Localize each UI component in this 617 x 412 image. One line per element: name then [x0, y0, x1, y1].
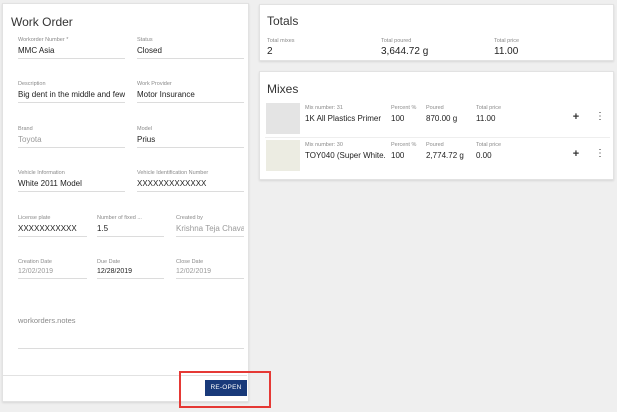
- mix-poured-value: 870.00 g: [426, 114, 458, 123]
- total-mixes-stat: Total mixes 2: [267, 38, 295, 57]
- workorder-number-field[interactable]: Workorder Number * MMC Asia: [18, 37, 125, 59]
- notes-underline: [18, 348, 244, 349]
- mix-poured-col: Poured 2,774.72 g: [426, 142, 474, 160]
- work-order-title: Work Order: [11, 15, 73, 29]
- mixes-title: Mixes: [267, 82, 299, 96]
- mix-name-col: Mix number: 31 1K All Plastics Primer: [305, 105, 385, 123]
- mix-price-label: Total price: [476, 105, 502, 111]
- reopen-button[interactable]: RE-OPEN: [205, 380, 247, 396]
- mix-name: TOY040 (Super White...: [305, 151, 385, 160]
- creation-date-label: Creation Date: [18, 259, 52, 265]
- vin-field[interactable]: Vehicle Identification Number XXXXXXXXXX…: [137, 170, 244, 192]
- model-field[interactable]: Model Prius: [137, 126, 244, 148]
- due-date-value: 12/28/2019: [97, 268, 133, 275]
- total-price-value: 11.00: [494, 46, 519, 57]
- mix-price-label: Total price: [476, 142, 502, 148]
- due-date-label: Due Date: [97, 259, 121, 265]
- mix-thumbnail: [266, 103, 300, 134]
- add-icon[interactable]: +: [571, 111, 581, 123]
- mix-percent-label: Percent %: [391, 142, 417, 148]
- description-value: Big dent in the middle and few s: [18, 90, 125, 99]
- notes-field[interactable]: workorders.notes: [18, 316, 76, 325]
- vehicle-information-value: White 2011 Model: [18, 179, 82, 188]
- license-plate-value: XXXXXXXXXXX: [18, 224, 77, 233]
- license-plate-field[interactable]: License plate XXXXXXXXXXX: [18, 215, 87, 237]
- total-poured-value: 3,644.72 g: [381, 46, 429, 57]
- created-by-value: Krishna Teja Chava: [176, 224, 244, 233]
- mix-price-value: 11.00: [476, 114, 496, 123]
- license-plate-label: License plate: [18, 215, 51, 221]
- more-vert-icon[interactable]: ⋮: [595, 148, 605, 159]
- brand-value: Toyota: [18, 135, 42, 144]
- mix-poured-label: Poured: [426, 142, 444, 148]
- mix-thumbnail: [266, 140, 300, 171]
- mix-price-col: Total price 11.00: [476, 105, 524, 123]
- status-field[interactable]: Status Closed: [137, 37, 244, 59]
- creation-date-value: 12/02/2019: [18, 268, 54, 275]
- description-field[interactable]: Description Big dent in the middle and f…: [18, 81, 125, 103]
- mix-row[interactable]: Mix number: 31 1K All Plastics Primer Pe…: [265, 103, 610, 134]
- total-poured-label: Total poured: [381, 38, 412, 44]
- mix-number-label: Mix number: 30: [305, 142, 343, 148]
- vin-value: XXXXXXXXXXXXX: [137, 179, 207, 188]
- mix-percent-label: Percent %: [391, 105, 417, 111]
- total-mixes-label: Total mixes: [267, 38, 295, 44]
- mix-name: 1K All Plastics Primer: [305, 114, 382, 123]
- work-provider-label: Work Provider: [137, 81, 172, 87]
- mix-name-col: Mix number: 30 TOY040 (Super White...: [305, 142, 385, 160]
- total-price-label: Total price: [494, 38, 520, 44]
- status-label: Status: [137, 37, 153, 43]
- mix-poured-value: 2,774.72 g: [426, 151, 464, 160]
- vehicle-information-label: Vehicle Information: [18, 170, 65, 176]
- model-label: Model: [137, 126, 152, 132]
- created-by-field[interactable]: Created by Krishna Teja Chava: [176, 215, 244, 237]
- brand-label: Brand: [18, 126, 33, 132]
- workorder-number-value: MMC Asia: [18, 46, 55, 55]
- vin-label: Vehicle Identification Number: [137, 170, 209, 176]
- total-poured-stat: Total poured 3,644.72 g: [381, 38, 428, 57]
- work-order-card: Work Order Workorder Number * MMC Asia S…: [2, 3, 249, 402]
- mix-number-label: Mix number: 31: [305, 105, 343, 111]
- brand-field[interactable]: Brand Toyota: [18, 126, 125, 148]
- created-by-label: Created by: [176, 215, 203, 221]
- totals-title: Totals: [267, 14, 299, 28]
- mix-percent-col: Percent % 100: [391, 142, 423, 160]
- work-provider-value: Motor Insurance: [137, 90, 195, 99]
- vehicle-information-field[interactable]: Vehicle Information White 2011 Model: [18, 170, 125, 192]
- mix-row-divider: [265, 137, 610, 138]
- mix-percent-value: 100: [391, 151, 405, 160]
- close-date-label: Close Date: [176, 259, 204, 265]
- model-value: Prius: [137, 135, 156, 144]
- mix-poured-label: Poured: [426, 105, 444, 111]
- due-date-field[interactable]: Due Date 12/28/2019: [97, 259, 164, 279]
- workorder-number-label: Workorder Number *: [18, 37, 69, 43]
- close-date-field[interactable]: Close Date 12/02/2019: [176, 259, 244, 279]
- add-icon[interactable]: +: [571, 148, 581, 160]
- mix-percent-value: 100: [391, 114, 405, 123]
- total-price-stat: Total price 11.00: [494, 38, 519, 57]
- work-provider-field[interactable]: Work Provider Motor Insurance: [137, 81, 244, 103]
- total-mixes-value: 2: [267, 46, 273, 57]
- close-date-value: 12/02/2019: [176, 268, 212, 275]
- more-vert-icon[interactable]: ⋮: [595, 111, 605, 122]
- mix-percent-col: Percent % 100: [391, 105, 423, 123]
- mix-price-col: Total price 0.00: [476, 142, 524, 160]
- mix-price-value: 0.00: [476, 151, 492, 160]
- mix-row[interactable]: Mix number: 30 TOY040 (Super White... Pe…: [265, 140, 610, 171]
- description-label: Description: [18, 81, 46, 87]
- mix-poured-col: Poured 870.00 g: [426, 105, 474, 123]
- totals-card: Totals Total mixes 2 Total poured 3,644.…: [259, 4, 614, 61]
- status-value: Closed: [137, 46, 162, 55]
- mixes-card: Mixes Mix number: 31 1K All Plastics Pri…: [259, 71, 614, 180]
- fixed-count-label: Number of fixed ...: [97, 215, 142, 221]
- fixed-count-value: 1.5: [97, 224, 109, 233]
- creation-date-field[interactable]: Creation Date 12/02/2019: [18, 259, 87, 279]
- fixed-count-field[interactable]: Number of fixed ... 1.5: [97, 215, 164, 237]
